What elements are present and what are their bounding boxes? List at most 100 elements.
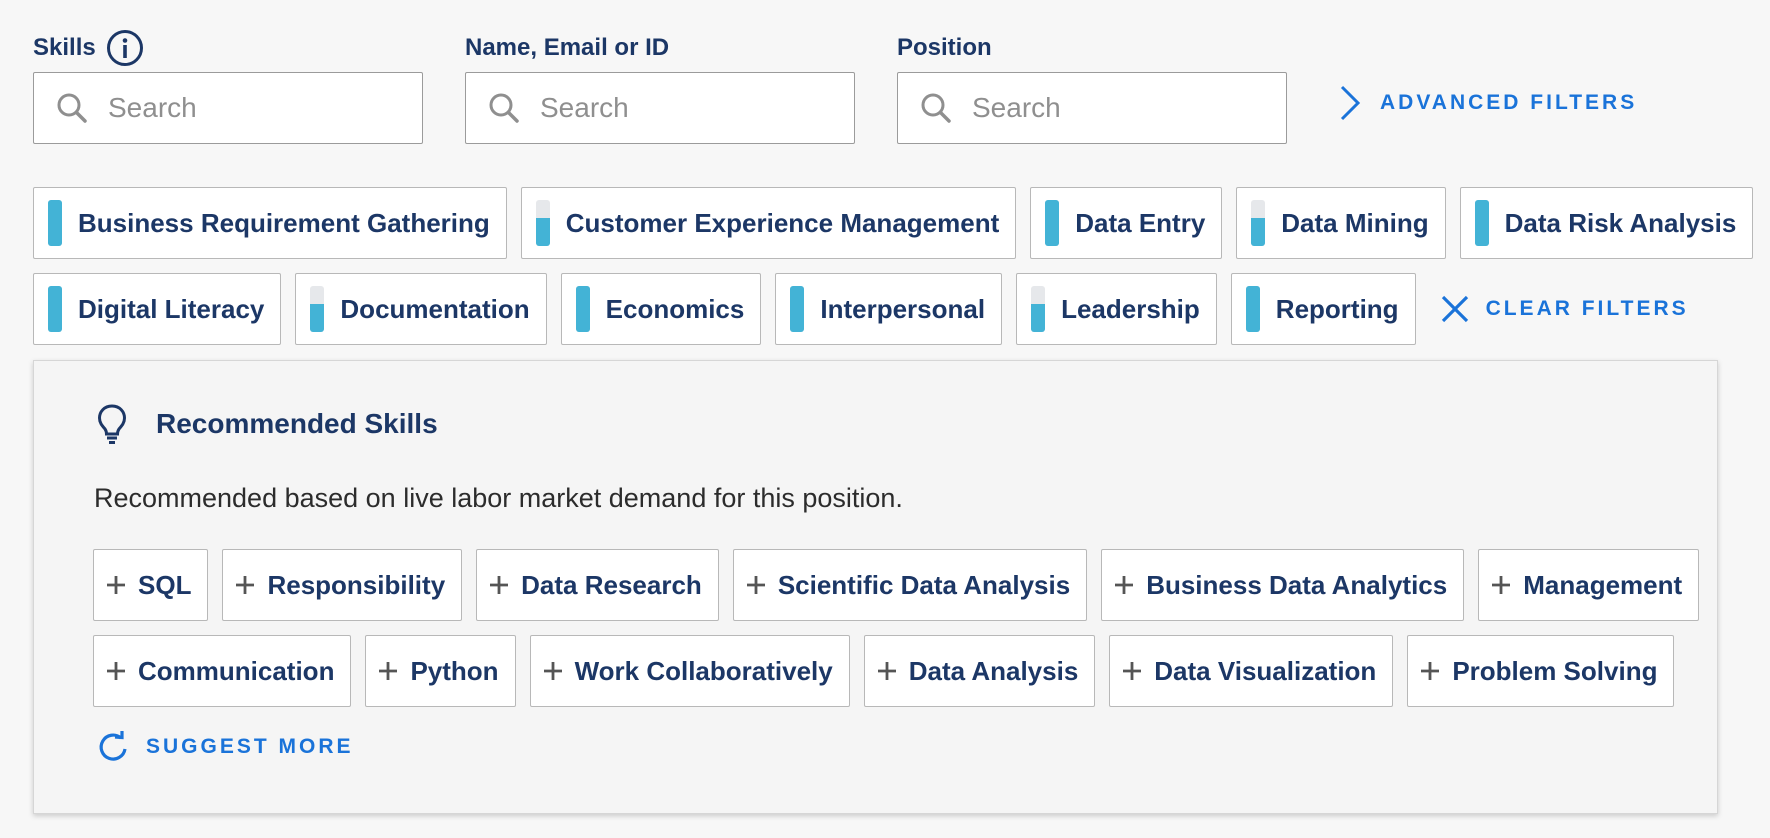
skill-chip[interactable]: Customer Experience Management	[520, 187, 1017, 259]
skill-chip[interactable]: Economics	[560, 273, 762, 345]
selected-skills-row-1: Business Requirement Gathering Customer …	[33, 187, 1754, 259]
add-skill-label: SQL	[138, 569, 192, 600]
skill-level-indicator	[1245, 286, 1260, 332]
close-icon	[1441, 295, 1468, 323]
skills-filter: Skills	[33, 28, 423, 144]
skill-chip-label: Business Requirement Gathering	[78, 207, 490, 238]
search-icon	[921, 93, 951, 123]
add-skill-label: Data Research	[521, 569, 702, 600]
add-skill-button[interactable]: Work Collaboratively	[529, 635, 850, 707]
skill-level-indicator	[1045, 200, 1060, 246]
skill-chip[interactable]: Digital Literacy	[33, 273, 282, 345]
position-filter: Position	[897, 28, 1287, 144]
add-skill-label: Scientific Data Analysis	[777, 569, 1071, 600]
add-skill-button[interactable]: Responsibility	[222, 549, 463, 621]
add-skill-label: Data Analysis	[908, 655, 1079, 686]
position-search-box[interactable]	[897, 72, 1287, 144]
add-skill-button[interactable]: Data Visualization	[1109, 635, 1394, 707]
skill-chip-label: Data Entry	[1075, 207, 1206, 238]
plus-icon	[236, 576, 255, 594]
add-skill-button[interactable]: Business Data Analytics	[1101, 549, 1465, 621]
plus-icon	[746, 576, 765, 594]
add-skill-label: Management	[1523, 569, 1683, 600]
skill-level-indicator	[1251, 200, 1266, 246]
skill-chip-label: Documentation	[340, 293, 530, 324]
add-skill-label: Problem Solving	[1452, 655, 1658, 686]
position-search-input[interactable]	[972, 92, 1272, 124]
add-skill-label: Business Data Analytics	[1146, 569, 1448, 600]
skill-chip[interactable]: Data Risk Analysis	[1459, 187, 1754, 259]
position-label: Position	[897, 34, 992, 61]
skills-search-input[interactable]	[108, 92, 408, 124]
add-skill-label: Data Visualization	[1154, 655, 1377, 686]
skills-label: Skills	[33, 34, 96, 61]
plus-icon	[1421, 662, 1440, 680]
name-search-input[interactable]	[540, 92, 840, 124]
add-skill-button[interactable]: Data Analysis	[863, 635, 1096, 707]
name-filter: Name, Email or ID	[465, 28, 855, 144]
plus-icon	[1492, 576, 1511, 594]
clear-filters-button[interactable]: CLEAR FILTERS	[1440, 294, 1689, 324]
add-skill-button[interactable]: SQL	[93, 549, 209, 621]
skills-search-page: Skills Name, Email or ID	[0, 0, 1770, 838]
skill-level-indicator	[48, 286, 62, 332]
plus-icon	[107, 576, 125, 594]
search-icon	[57, 93, 87, 123]
advanced-filters-button[interactable]: ADVANCED FILTERS	[1338, 84, 1637, 122]
recommended-skills-row-2: Communication Python Work Collaborativel…	[93, 635, 1675, 707]
plus-icon	[490, 576, 509, 594]
advanced-filters-label: ADVANCED FILTERS	[1380, 91, 1638, 114]
add-skill-button[interactable]: Scientific Data Analysis	[732, 549, 1088, 621]
add-skill-button[interactable]: Communication	[93, 635, 352, 707]
skill-level-indicator	[48, 200, 62, 246]
plus-icon	[877, 662, 896, 680]
lightbulb-icon	[97, 404, 127, 444]
recommended-skills-description: Recommended based on live labor market d…	[94, 483, 903, 513]
skill-chip-label: Reporting	[1275, 293, 1399, 324]
add-skill-button[interactable]: Python	[365, 635, 516, 707]
skill-level-indicator	[1474, 200, 1489, 246]
plus-icon	[379, 662, 398, 680]
skill-level-indicator	[310, 286, 325, 332]
name-label: Name, Email or ID	[465, 34, 670, 61]
skill-level-indicator	[575, 286, 590, 332]
skill-chip[interactable]: Reporting	[1230, 273, 1416, 345]
skill-chip[interactable]: Data Entry	[1030, 187, 1223, 259]
plus-icon	[1123, 662, 1142, 680]
skill-level-indicator	[1031, 286, 1046, 332]
plus-icon	[107, 662, 125, 680]
skill-chip-label: Data Mining	[1281, 207, 1429, 238]
recommended-skills-row-1: SQL Responsibility Data Research Scienti…	[93, 549, 1700, 621]
skill-chip-label: Interpersonal	[820, 293, 986, 324]
skill-chip[interactable]: Interpersonal	[775, 273, 1003, 345]
chevron-right-icon	[1340, 85, 1361, 121]
name-search-box[interactable]	[465, 72, 855, 144]
refresh-icon	[99, 731, 127, 761]
suggest-more-button[interactable]: SUGGEST MORE	[94, 729, 354, 765]
skill-chip[interactable]: Documentation	[295, 273, 547, 345]
skill-chip-label: Economics	[605, 293, 745, 324]
skill-chip[interactable]: Business Requirement Gathering	[33, 187, 507, 259]
skill-chip[interactable]: Data Mining	[1236, 187, 1446, 259]
add-skill-button[interactable]: Problem Solving	[1407, 635, 1675, 707]
add-skill-button[interactable]: Management	[1478, 549, 1700, 621]
plus-icon	[543, 662, 562, 680]
skill-level-indicator	[790, 286, 805, 332]
skill-chip-label: Leadership	[1061, 293, 1200, 324]
skill-chip-label: Data Risk Analysis	[1504, 207, 1737, 238]
skill-chip-label: Customer Experience Management	[565, 207, 1000, 238]
search-icon	[489, 93, 519, 123]
add-skill-label: Communication	[138, 655, 335, 686]
add-skill-label: Work Collaboratively	[574, 655, 833, 686]
skill-chip[interactable]: Leadership	[1016, 273, 1217, 345]
suggest-more-label: SUGGEST MORE	[146, 735, 354, 758]
skill-chip-label: Digital Literacy	[78, 293, 265, 324]
add-skill-label: Python	[410, 655, 499, 686]
add-skill-label: Responsibility	[267, 569, 446, 600]
add-skill-button[interactable]: Data Research	[476, 549, 719, 621]
info-icon[interactable]	[106, 29, 144, 67]
selected-skills-row-2: Digital Literacy Documentation Economics…	[33, 273, 1689, 345]
skills-search-box[interactable]	[33, 72, 423, 144]
recommended-skills-title: Recommended Skills	[156, 408, 438, 439]
skill-level-indicator	[535, 200, 550, 246]
